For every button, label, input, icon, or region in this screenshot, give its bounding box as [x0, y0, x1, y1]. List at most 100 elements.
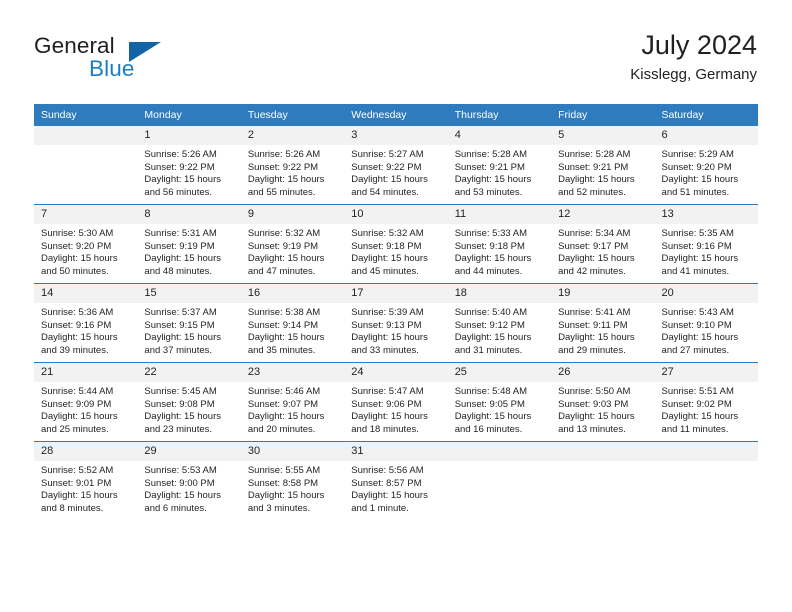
day-number: 14: [34, 284, 138, 303]
day-number: 25: [447, 363, 552, 382]
day-info-line: Sunrise: 5:36 AM: [41, 307, 114, 318]
calendar-day-cell[interactable]: 9 Sunrise: 5:32 AM Sunset: 9:19 PM Daylight…: [240, 204, 345, 284]
calendar-week-row: 14 Sunrise: 5:36 AM Sunset: 9:16 PM Dayligh…: [34, 283, 758, 363]
calendar-day-cell[interactable]: 19 Sunrise: 5:41 AM Sunset: 9:11 PM Dayligh…: [551, 283, 655, 363]
day-info-line: Sunrise: 5:40 AM: [454, 307, 528, 318]
day-sun-info: Sunrise: 5:48 AM Sunset: 9:05 PM Daylight:…: [448, 382, 551, 436]
day-info-line: Sunset: 9:22 PM: [351, 161, 422, 173]
day-info-line: Daylight: 15 hours: [661, 174, 739, 186]
day-info-line: Daylight: 15 hours: [454, 174, 532, 186]
calendar-day-cell[interactable]: 30 Sunrise: 5:55 AM Sunset: 8:58 PM Dayligh…: [240, 441, 345, 520]
day-info-line: Sunset: 9:19 PM: [247, 240, 319, 252]
brand-logo: General Blue: [34, 33, 254, 89]
day-info-line: Daylight: 15 hours: [661, 253, 739, 265]
day-info-line: and 33 minutes.: [351, 344, 419, 356]
calendar-day-cell[interactable]: 27 Sunrise: 5:51 AM Sunset: 9:02 PM Dayligh…: [654, 362, 758, 442]
calendar-empty-cell: [551, 441, 655, 520]
day-sun-info: Sunrise: 5:34 AM Sunset: 9:17 PM Daylight:…: [551, 224, 654, 278]
day-info-line: and 53 minutes.: [454, 186, 523, 198]
calendar-day-cell[interactable]: 29 Sunrise: 5:53 AM Sunset: 9:00 PM Dayligh…: [137, 441, 241, 520]
calendar-day-cell[interactable]: 21 Sunrise: 5:44 AM Sunset: 9:09 PM Dayligh…: [34, 362, 138, 442]
day-info-line: Sunrise: 5:37 AM: [144, 307, 217, 318]
title-block: July 2024 Kisslegg, Germany: [630, 28, 757, 86]
calendar-day-cell[interactable]: 4 Sunrise: 5:28 AM Sunset: 9:21 PM Daylight…: [447, 126, 552, 205]
weekday-header-sunday: Sunday: [34, 104, 138, 126]
day-info-line: and 54 minutes.: [351, 186, 419, 198]
calendar-day-cell[interactable]: 22 Sunrise: 5:45 AM Sunset: 9:08 PM Dayligh…: [137, 362, 241, 442]
calendar-day-cell[interactable]: 7 Sunrise: 5:30 AM Sunset: 9:20 PM Daylight…: [34, 204, 138, 284]
day-number: 29: [137, 442, 241, 461]
calendar-day-cell[interactable]: 2 Sunrise: 5:26 AM Sunset: 9:22 PM Daylight…: [240, 126, 345, 205]
day-sun-info: Sunrise: 5:56 AM Sunset: 8:57 PM Daylight:…: [344, 461, 447, 515]
day-number: 5: [551, 126, 655, 145]
day-info-line: Sunrise: 5:28 AM: [454, 149, 528, 160]
weekday-header-row: Sunday Monday Tuesday Wednesday Thursday…: [34, 104, 758, 126]
day-info-line: Sunset: 9:14 PM: [247, 319, 319, 331]
day-info-line: Sunset: 9:18 PM: [454, 240, 525, 252]
day-info-line: and 16 minutes.: [454, 423, 523, 435]
day-sun-info: Sunrise: 5:35 AM Sunset: 9:16 PM Daylight:…: [655, 224, 758, 278]
day-info-line: and 39 minutes.: [41, 344, 109, 356]
day-sun-info: Sunrise: 5:32 AM Sunset: 9:19 PM Daylight:…: [241, 224, 344, 278]
day-info-line: and 42 minutes.: [558, 265, 626, 277]
calendar-day-cell[interactable]: 14 Sunrise: 5:36 AM Sunset: 9:16 PM Dayligh…: [34, 283, 138, 363]
day-info-line: and 27 minutes.: [661, 344, 730, 356]
calendar-day-cell[interactable]: 3 Sunrise: 5:27 AM Sunset: 9:22 PM Daylight…: [344, 126, 448, 205]
day-info-line: Daylight: 15 hours: [558, 332, 635, 344]
day-info-line: Sunset: 9:12 PM: [454, 319, 525, 331]
day-info-line: Sunrise: 5:38 AM: [247, 307, 321, 318]
calendar-week-row: 21 Sunrise: 5:44 AM Sunset: 9:09 PM Dayligh…: [34, 362, 758, 442]
day-info-line: Sunrise: 5:26 AM: [144, 149, 217, 160]
day-info-line: Sunrise: 5:47 AM: [351, 386, 424, 397]
calendar-day-cell[interactable]: 31 Sunrise: 5:56 AM Sunset: 8:57 PM Dayligh…: [344, 441, 448, 520]
day-info-line: and 48 minutes.: [144, 265, 213, 277]
day-sun-info: Sunrise: 5:51 AM Sunset: 9:02 PM Daylight:…: [655, 382, 758, 436]
calendar-day-cell[interactable]: 24 Sunrise: 5:47 AM Sunset: 9:06 PM Dayligh…: [344, 362, 448, 442]
day-info-line: Sunset: 9:22 PM: [144, 161, 215, 173]
day-info-line: Daylight: 15 hours: [144, 253, 221, 265]
day-number: [447, 442, 552, 461]
day-number: 4: [447, 126, 552, 145]
calendar-day-cell[interactable]: 8 Sunrise: 5:31 AM Sunset: 9:19 PM Daylight…: [137, 204, 241, 284]
day-sun-info: Sunrise: 5:33 AM Sunset: 9:18 PM Daylight:…: [448, 224, 551, 278]
day-sun-info: Sunrise: 5:53 AM Sunset: 9:00 PM Daylight:…: [137, 461, 240, 515]
day-info-line: Daylight: 15 hours: [351, 174, 428, 186]
day-info-line: Sunset: 9:18 PM: [351, 240, 422, 252]
calendar-day-cell[interactable]: 28 Sunrise: 5:52 AM Sunset: 9:01 PM Dayligh…: [34, 441, 138, 520]
day-number: 12: [551, 205, 655, 224]
day-number: 11: [447, 205, 552, 224]
calendar-day-cell[interactable]: 26 Sunrise: 5:50 AM Sunset: 9:03 PM Dayligh…: [551, 362, 655, 442]
day-sun-info: Sunrise: 5:30 AM Sunset: 9:20 PM Daylight:…: [34, 224, 137, 278]
calendar-day-cell[interactable]: 10 Sunrise: 5:32 AM Sunset: 9:18 PM Dayligh…: [344, 204, 448, 284]
day-info-line: Sunset: 9:16 PM: [661, 240, 732, 252]
day-sun-info: Sunrise: 5:38 AM Sunset: 9:14 PM Daylight:…: [241, 303, 344, 357]
day-sun-info: Sunrise: 5:44 AM Sunset: 9:09 PM Daylight:…: [34, 382, 137, 436]
calendar-day-cell[interactable]: 5 Sunrise: 5:28 AM Sunset: 9:21 PM Daylight…: [551, 126, 655, 205]
calendar-day-cell[interactable]: 17 Sunrise: 5:39 AM Sunset: 9:13 PM Dayligh…: [344, 283, 448, 363]
calendar-day-cell[interactable]: 25 Sunrise: 5:48 AM Sunset: 9:05 PM Dayligh…: [447, 362, 552, 442]
day-info-line: Sunset: 9:21 PM: [558, 161, 629, 173]
calendar-day-cell[interactable]: 1 Sunrise: 5:26 AM Sunset: 9:22 PM Daylight…: [137, 126, 241, 205]
calendar-day-cell[interactable]: 16 Sunrise: 5:38 AM Sunset: 9:14 PM Dayligh…: [240, 283, 345, 363]
calendar-day-cell[interactable]: 12 Sunrise: 5:34 AM Sunset: 9:17 PM Dayligh…: [551, 204, 655, 284]
day-info-line: Sunrise: 5:45 AM: [144, 386, 217, 397]
day-number: 6: [654, 126, 758, 145]
calendar-day-cell[interactable]: 15 Sunrise: 5:37 AM Sunset: 9:15 PM Dayligh…: [137, 283, 241, 363]
calendar-day-cell[interactable]: 20 Sunrise: 5:43 AM Sunset: 9:10 PM Dayligh…: [654, 283, 758, 363]
day-number: 27: [654, 363, 758, 382]
day-info-line: and 41 minutes.: [661, 265, 730, 277]
day-info-line: Daylight: 15 hours: [351, 332, 428, 344]
day-info-line: Daylight: 15 hours: [247, 253, 325, 265]
calendar-day-cell[interactable]: 23 Sunrise: 5:46 AM Sunset: 9:07 PM Dayligh…: [240, 362, 345, 442]
calendar-empty-cell: [654, 441, 758, 520]
calendar-day-cell[interactable]: 18 Sunrise: 5:40 AM Sunset: 9:12 PM Dayligh…: [447, 283, 552, 363]
calendar-day-cell[interactable]: 11 Sunrise: 5:33 AM Sunset: 9:18 PM Dayligh…: [447, 204, 552, 284]
day-sun-info: Sunrise: 5:41 AM Sunset: 9:11 PM Daylight:…: [551, 303, 654, 357]
day-info-line: and 55 minutes.: [247, 186, 316, 198]
day-info-line: Daylight: 15 hours: [247, 332, 325, 344]
day-info-line: Daylight: 15 hours: [661, 332, 739, 344]
calendar-day-cell[interactable]: 6 Sunrise: 5:29 AM Sunset: 9:20 PM Daylight…: [654, 126, 758, 205]
calendar-day-cell[interactable]: 13 Sunrise: 5:35 AM Sunset: 9:16 PM Dayligh…: [654, 204, 758, 284]
day-number: [551, 442, 655, 461]
calendar-week-row: 1 Sunrise: 5:26 AM Sunset: 9:22 PM Daylight…: [34, 126, 758, 205]
